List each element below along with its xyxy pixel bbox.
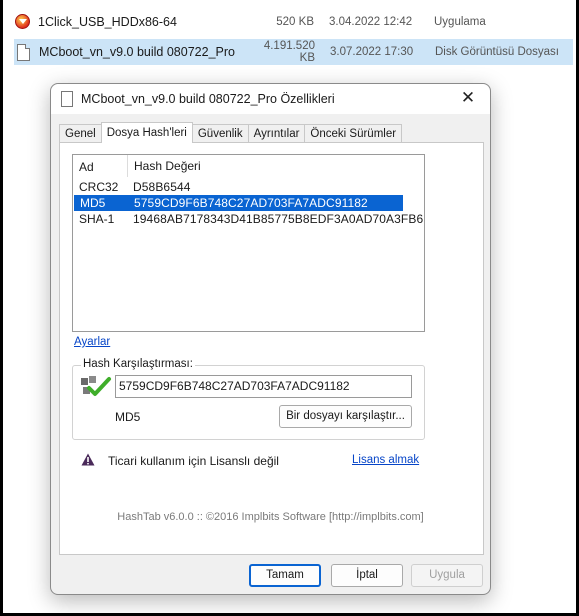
hash-value: 19468AB7178343D41B85775B8EDF3A0AD70A3FB6	[133, 212, 424, 226]
file-date: 3.07.2022 17:30	[330, 46, 414, 58]
column-hash-value[interactable]: Hash Değeri	[127, 155, 201, 177]
tab-general[interactable]: Genel	[59, 124, 102, 143]
tab-strip: Genel Dosya Hash'leri Güvenlik Ayrıntıla…	[59, 122, 403, 143]
file-name: 1Click_USB_HDDx86-64	[38, 15, 177, 29]
get-license-link[interactable]: Lisans almak	[352, 454, 419, 466]
settings-link[interactable]: Ayarlar	[74, 336, 110, 348]
file-row-mcboot[interactable]: MCboot_vn_v9.0 build 080722_Pro 4.191.52…	[14, 39, 573, 65]
hash-list-header: Ad Hash Değeri	[73, 155, 424, 177]
properties-dialog: MCboot_vn_v9.0 build 080722_Pro Özellikl…	[50, 83, 491, 595]
hash-row-sha1[interactable]: SHA-1 19468AB7178343D41B85775B8EDF3A0AD7…	[73, 211, 424, 227]
app-icon	[15, 14, 30, 29]
hash-row-crc32[interactable]: CRC32 D58B6544	[73, 179, 424, 195]
warning-icon	[81, 453, 95, 466]
file-size: 4.191.520 KB	[263, 40, 315, 64]
hashtab-footer: HashTab v6.0.0 :: ©2016 Implbits Softwar…	[117, 511, 424, 523]
file-row-1click-usb[interactable]: 1Click_USB_HDDx86-64 520 KB 3.04.2022 12…	[14, 9, 573, 35]
ok-button[interactable]: Tamam	[249, 564, 321, 587]
tab-details[interactable]: Ayrıntılar	[247, 124, 306, 143]
file-icon	[61, 91, 73, 107]
tab-security[interactable]: Güvenlik	[191, 124, 249, 143]
close-button[interactable]: ✕	[454, 87, 482, 111]
apply-button[interactable]: Uygula	[411, 564, 483, 587]
hash-name: MD5	[80, 196, 106, 210]
file-size: 520 KB	[276, 16, 314, 28]
file-date: 3.04.2022 12:42	[329, 16, 413, 28]
compare-file-button[interactable]: Bir dosyayı karşılaştır...	[279, 405, 412, 428]
tab-file-hashes[interactable]: Dosya Hash'leri	[100, 122, 193, 143]
hash-list[interactable]: Ad Hash Değeri CRC32 D58B6544 MD5 5759CD…	[72, 154, 425, 332]
hash-compare-label: Hash Karşılaştırması:	[81, 358, 195, 370]
hash-name: SHA-1	[79, 212, 115, 226]
hash-compare-input[interactable]: 5759CD9F6B748C27AD703FA7ADC91182	[115, 375, 412, 398]
file-name: MCboot_vn_v9.0 build 080722_Pro	[39, 45, 235, 59]
cancel-button[interactable]: İptal	[331, 564, 403, 587]
compare-algorithm: MD5	[115, 410, 141, 424]
hash-value: D58B6544	[133, 180, 191, 194]
license-status: Ticari kullanım için Lisanslı değil	[108, 454, 279, 468]
dialog-titlebar[interactable]: MCboot_vn_v9.0 build 080722_Pro Özellikl…	[51, 84, 490, 114]
disk-image-icon	[17, 44, 30, 61]
hash-name: CRC32	[79, 180, 119, 194]
file-type: Disk Görüntüsü Dosyası	[435, 46, 559, 58]
dialog-title: MCboot_vn_v9.0 build 080722_Pro Özellikl…	[81, 92, 335, 106]
tab-previous-versions[interactable]: Önceki Sürümler	[304, 124, 403, 143]
hash-match-check-icon	[81, 376, 111, 396]
column-name[interactable]: Ad	[79, 160, 94, 174]
hash-value: 5759CD9F6B748C27AD703FA7ADC91182	[134, 196, 368, 210]
hash-row-md5[interactable]: MD5 5759CD9F6B748C27AD703FA7ADC91182	[74, 195, 403, 211]
file-type: Uygulama	[434, 16, 486, 28]
